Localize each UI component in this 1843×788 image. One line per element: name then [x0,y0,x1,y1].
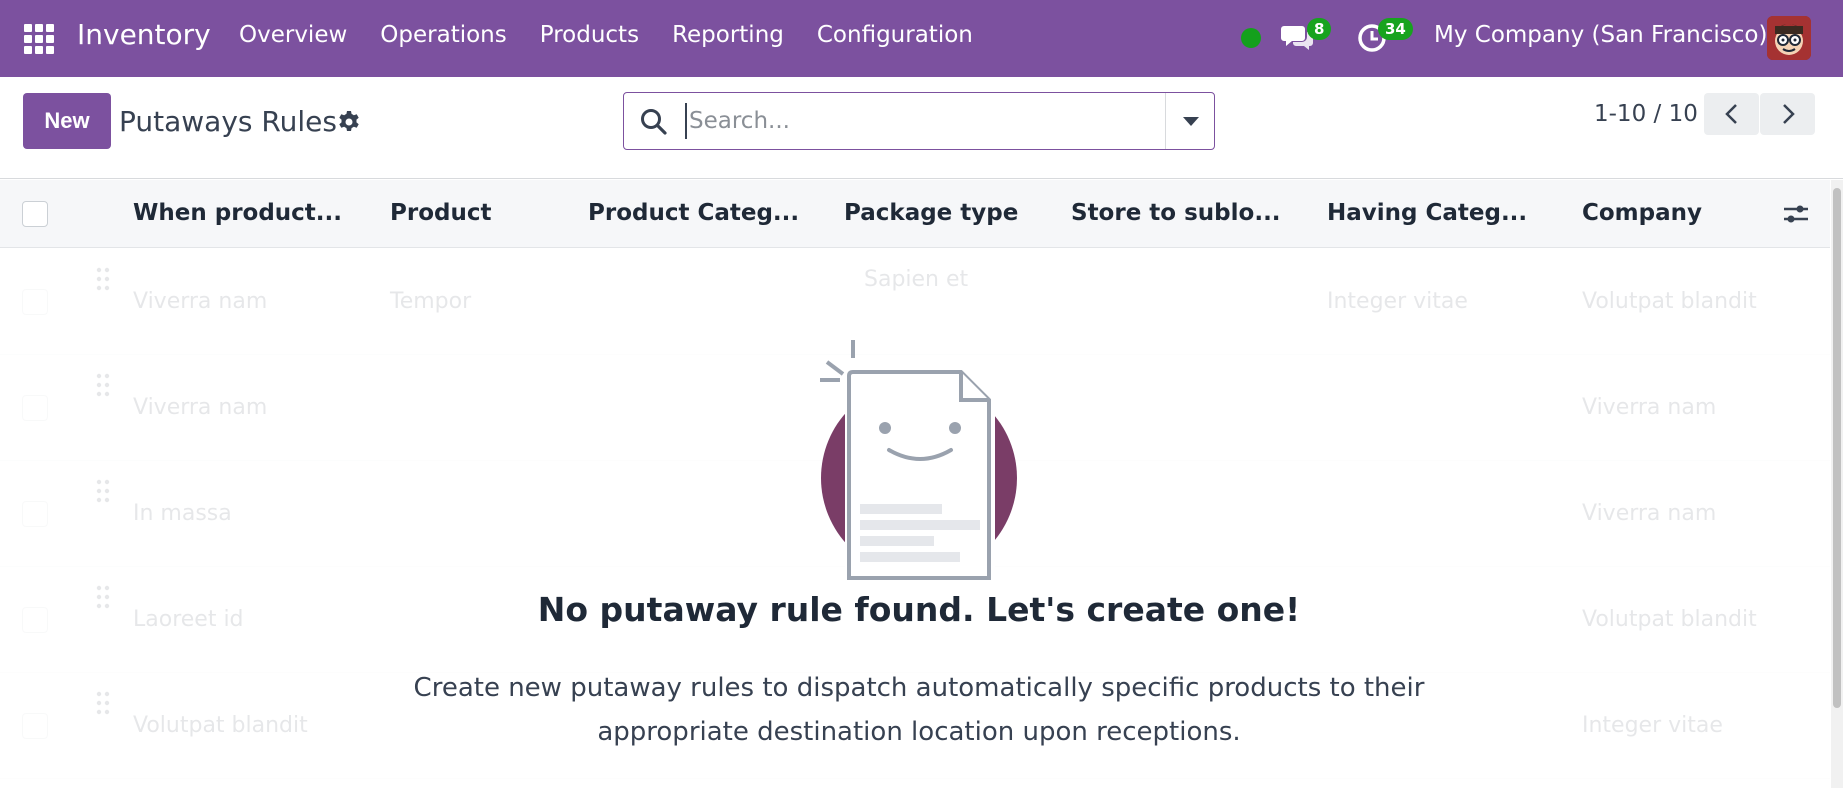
drag-handle-icon [96,373,110,397]
cell-when-product: Volutpat blandit [133,713,308,738]
new-button[interactable]: New [23,93,111,149]
cell-company: Integer vitae [1582,713,1723,738]
pager-next-button[interactable] [1760,93,1815,135]
row-checkbox [22,501,48,527]
activities-count-badge: 34 [1378,18,1413,40]
column-product-category[interactable]: Product Categ... [588,200,799,226]
user-avatar[interactable] [1767,16,1811,60]
cell-company: Volutpat blandit [1582,289,1757,314]
company-switcher[interactable]: My Company (San Francisco) [1434,22,1767,48]
column-company[interactable]: Company [1582,200,1702,226]
column-when-product[interactable]: When product... [133,200,342,226]
empty-state-title: No putaway rule found. Let's create one! [537,590,1301,629]
cell-having-category: Integer vitae [1327,289,1468,314]
cell-product: Tempor [390,289,472,314]
menu-item-reporting[interactable]: Reporting [672,22,784,48]
select-all-checkbox[interactable] [22,201,48,227]
menu-item-products[interactable]: Products [540,22,639,48]
column-package-type[interactable]: Package type [844,200,1018,226]
cell-when-product: Viverra nam [133,289,268,314]
main-menu: Overview Operations Products Reporting C… [239,22,1006,48]
drag-handle-icon [96,267,110,291]
app-name[interactable]: Inventory [77,18,211,51]
pager-previous-button[interactable] [1704,93,1759,135]
menu-item-operations[interactable]: Operations [380,22,506,48]
optional-columns-icon[interactable] [1782,200,1810,228]
top-navbar: Inventory Overview Operations Products R… [0,0,1843,77]
cell-company: Viverra nam [1582,501,1717,526]
drag-handle-icon [96,479,110,503]
cell-when-product: Viverra nam [133,395,268,420]
caret-down-icon [1182,116,1199,126]
user-avatar-icon [1767,16,1811,60]
search-icon [641,109,667,135]
empty-state-text: Create new putaway rules to dispatch aut… [413,673,1425,747]
chevron-left-icon [1724,104,1737,124]
chevron-right-icon [1782,104,1795,124]
column-store-to-sublocation[interactable]: Store to sublo... [1071,200,1281,226]
search-input[interactable] [685,103,1085,139]
menu-item-configuration[interactable]: Configuration [817,22,973,48]
drag-handle-icon [96,691,110,715]
list-header: When product... Product Product Categ...… [0,180,1830,248]
cell-when-product: In massa [133,501,232,526]
vertical-scrollbar[interactable] [1831,180,1843,788]
menu-item-overview[interactable]: Overview [239,22,347,48]
column-having-category[interactable]: Having Categ... [1327,200,1527,226]
online-status-icon [1241,28,1261,48]
empty-document-illustration-icon [820,340,1017,580]
messages-count-badge: 8 [1307,18,1332,40]
apps-grid-icon[interactable] [24,24,56,56]
column-product[interactable]: Product [390,200,491,226]
control-panel: New Putaways Rules 1-10 / 10 [0,77,1843,179]
cell-company: Viverra nam [1582,395,1717,420]
row-checkbox [22,289,48,315]
pager-value[interactable]: 1-10 / 10 [1594,101,1698,127]
search-options-toggle[interactable] [1165,93,1215,149]
search-bar [623,92,1215,150]
page-title: Putaways Rules [119,105,337,138]
cell-package-type: Sapien et [864,267,969,292]
row-checkbox [22,713,48,739]
gear-icon[interactable] [337,110,361,134]
row-checkbox [22,395,48,421]
